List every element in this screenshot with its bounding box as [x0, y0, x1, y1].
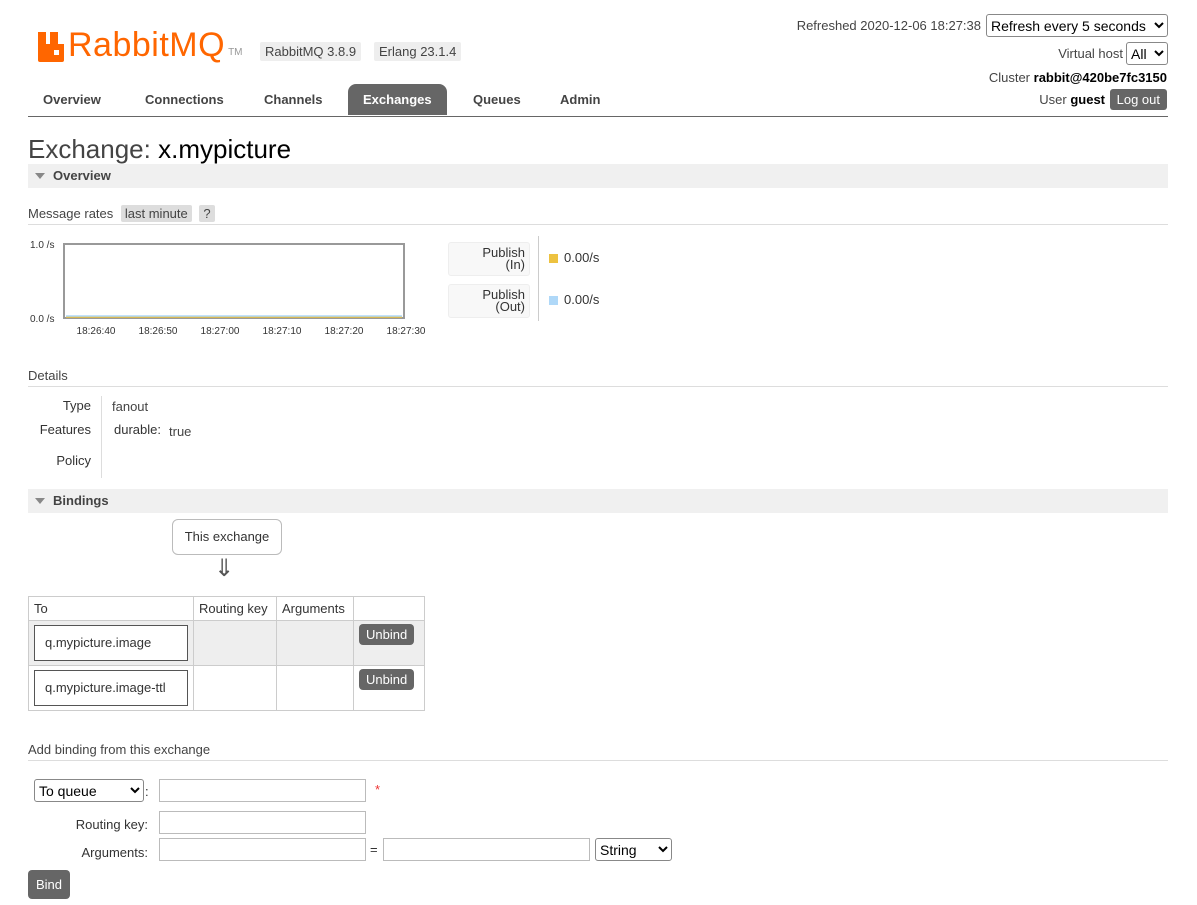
tab-overview[interactable]: Overview — [28, 84, 116, 115]
table-row: q.mypicture.image Unbind — [28, 620, 425, 666]
exchange-name: x.mypicture — [158, 134, 292, 164]
queue-link[interactable]: q.mypicture.image — [34, 625, 188, 661]
y-tick-label: 0.0 /s — [30, 314, 54, 325]
argument-key-input[interactable] — [159, 838, 366, 861]
policy-label: Policy — [56, 453, 91, 468]
x-tick-label: 18:27:30 — [387, 326, 426, 337]
x-tick-label: 18:27:00 — [201, 326, 240, 337]
logo-trademark: TM — [228, 47, 243, 58]
erlang-version: Erlang 23.1.4 — [374, 42, 462, 61]
argument-type-select[interactable]: String — [595, 838, 672, 861]
range-selector[interactable]: last minute — [120, 205, 192, 222]
legend-divider — [538, 236, 539, 321]
x-tick-label: 18:27:20 — [325, 326, 364, 337]
publish-in-rate: 0.00/s — [564, 250, 600, 265]
bind-button[interactable]: Bind — [28, 870, 71, 899]
message-rates-heading: Message rates last minute ? — [28, 205, 1168, 225]
column-arguments: Arguments — [276, 596, 354, 621]
tab-channels[interactable]: Channels — [249, 84, 338, 115]
type-value: fanout — [112, 399, 149, 414]
this-exchange-box: This exchange — [172, 519, 282, 555]
chart-plot-area — [63, 243, 405, 319]
features-label: Features — [39, 422, 91, 437]
argument-value-input[interactable] — [383, 838, 590, 861]
collapse-triangle-icon — [35, 498, 45, 504]
publish-out-swatch — [549, 296, 558, 305]
type-label: Type — [62, 398, 91, 413]
virtual-host-label: Virtual host — [1058, 46, 1123, 61]
tab-admin[interactable]: Admin — [545, 84, 615, 115]
tab-queues[interactable]: Queues — [458, 84, 536, 115]
feature-durable-value: true — [169, 424, 192, 439]
bindings-table: To Routing key Arguments q.mypicture.ima… — [28, 596, 425, 711]
details-divider — [101, 396, 102, 478]
destination-input[interactable] — [159, 779, 366, 802]
x-tick-label: 18:26:50 — [139, 326, 178, 337]
main-nav: Overview Connections Channels Exchanges … — [28, 84, 1168, 117]
overview-section-header[interactable]: Overview — [28, 164, 1168, 188]
page-title: Exchange: x.mypicture — [28, 134, 292, 164]
legend-publish-out: Publish (Out) — [448, 284, 530, 318]
logo-text: RabbitMQ — [68, 26, 226, 64]
required-mark: * — [375, 782, 381, 797]
down-arrow-icon: ⇓ — [214, 555, 235, 582]
x-tick-label: 18:26:40 — [77, 326, 116, 337]
destination-type-select[interactable]: To queue — [34, 779, 144, 802]
column-routing-key: Routing key — [193, 596, 277, 621]
bindings-section-header[interactable]: Bindings — [28, 489, 1168, 513]
message-rates-chart: 1.0 /s 0.0 /s 18:26:40 18:26:50 18:27:00 18:2… — [30, 240, 426, 337]
y-tick-label: 1.0 /s — [30, 240, 54, 251]
legend-publish-in: Publish (In) — [448, 242, 530, 276]
publish-in-swatch — [549, 254, 558, 263]
unbind-button[interactable]: Unbind — [359, 669, 415, 690]
virtual-host-select[interactable]: All — [1126, 42, 1168, 65]
table-header-row: To Routing key Arguments — [28, 596, 425, 621]
rabbitmq-version: RabbitMQ 3.8.9 — [260, 42, 362, 61]
table-row: q.mypicture.image-ttl Unbind — [28, 665, 425, 711]
cluster-name: rabbit@420be7fc3150 — [1033, 70, 1167, 85]
logo: RabbitMQ TM — [38, 22, 243, 62]
publish-out-rate: 0.00/s — [564, 292, 600, 307]
refresh-interval-select[interactable]: Refresh every 5 seconds — [986, 14, 1168, 37]
tab-exchanges[interactable]: Exchanges — [348, 84, 447, 115]
queue-link[interactable]: q.mypicture.image-ttl — [34, 670, 188, 706]
unbind-button[interactable]: Unbind — [359, 624, 415, 645]
cluster-info: Cluster rabbit@420be7fc3150 — [988, 70, 1167, 85]
collapse-triangle-icon — [35, 173, 45, 179]
colon-separator: : — [145, 784, 149, 799]
arguments-label: Arguments: — [81, 845, 148, 860]
add-binding-heading: Add binding from this exchange — [28, 742, 1168, 761]
routing-key-input[interactable] — [159, 811, 366, 834]
column-to: To — [28, 596, 194, 621]
routing-key-label: Routing key: — [75, 817, 148, 832]
tab-connections[interactable]: Connections — [130, 84, 239, 115]
help-button[interactable]: ? — [199, 205, 215, 222]
details-heading: Details — [28, 368, 1168, 387]
x-tick-label: 18:27:10 — [263, 326, 302, 337]
equals-sign: = — [370, 842, 378, 857]
feature-durable-key: durable: — [114, 422, 161, 437]
column-actions — [353, 596, 425, 621]
rabbitmq-logo-icon — [38, 32, 64, 62]
refreshed-timestamp: Refreshed 2020-12-06 18:27:38 — [796, 18, 981, 33]
